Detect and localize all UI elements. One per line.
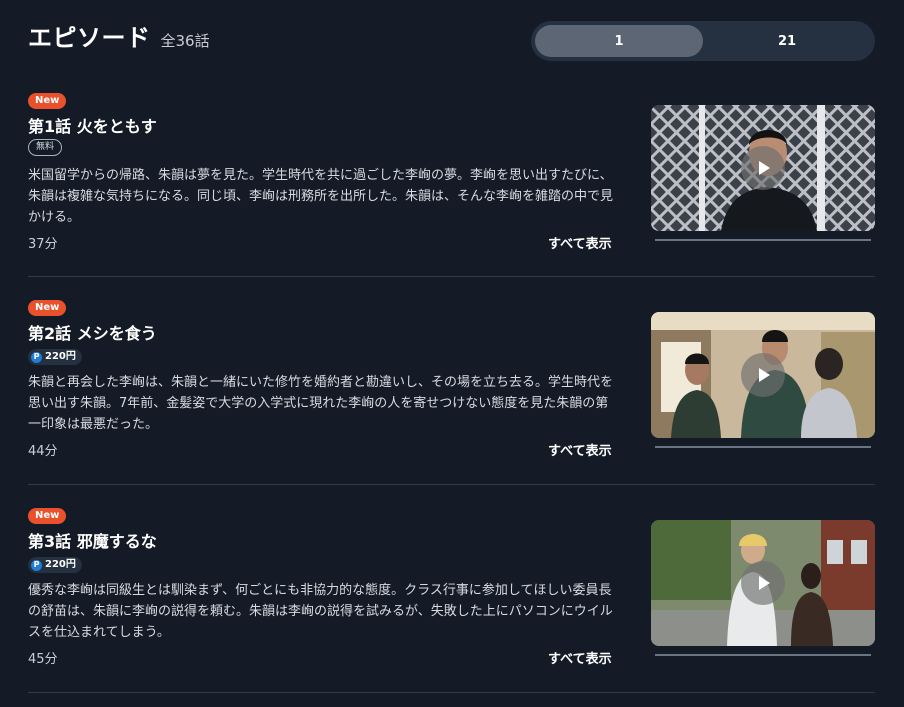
- play-button[interactable]: [741, 561, 785, 605]
- show-all-link[interactable]: すべて表示: [548, 440, 612, 459]
- new-badge: New: [28, 508, 67, 524]
- episodes-header: エピソード 全36話: [28, 18, 210, 53]
- price-tag: P 220円: [28, 349, 82, 365]
- episode-item[interactable]: New 第3話 邪魔するな P 220円 優秀な李峋は同級生とは馴染まず、何ごと…: [28, 508, 875, 668]
- show-all-link[interactable]: すべて表示: [548, 233, 612, 252]
- play-icon: [759, 368, 770, 382]
- play-button[interactable]: [741, 353, 785, 397]
- episode-count: 全36話: [160, 32, 210, 50]
- episode-list-page: エピソード 全36話 1 21 New 第1話 火をともす 無料 米国留学からの…: [0, 0, 904, 707]
- episode-thumbnail[interactable]: [651, 105, 875, 231]
- range-tab-1[interactable]: 1: [535, 25, 703, 57]
- divider: [28, 692, 875, 693]
- episode-range-switcher: 1 21: [531, 21, 875, 61]
- play-icon: [759, 576, 770, 590]
- watch-progress-bar: [655, 446, 871, 448]
- page-title: エピソード: [28, 24, 151, 52]
- watch-progress-bar: [655, 239, 871, 241]
- episode-title[interactable]: 第1話 火をともす: [28, 113, 157, 137]
- price-label: 220円: [45, 559, 76, 570]
- episode-duration: 37分: [28, 237, 58, 252]
- episode-item[interactable]: New 第1話 火をともす 無料 米国留学からの帰路、朱韻は夢を見た。学生時代を…: [28, 93, 875, 253]
- episode-description: 朱韻と再会した李峋は、朱韻と一緒にいた修竹を婚約者と勘違いし、その場を立ち去る。…: [28, 375, 614, 432]
- episode-duration: 45分: [28, 652, 58, 667]
- episode-description: 米国留学からの帰路、朱韻は夢を見た。学生時代を共に過ごした李峋の夢。李峋を思い出…: [28, 168, 614, 225]
- free-tag: 無料: [28, 139, 63, 156]
- episode-description: 優秀な李峋は同級生とは馴染まず、何ごとにも非協力的な態度。クラス行事に参加してほ…: [28, 583, 613, 640]
- price-tag: P 220円: [28, 557, 82, 573]
- episode-item[interactable]: New 第2話 メシを食う P 220円 朱韻と再会した李峋は、朱韻と一緒にいた…: [28, 300, 875, 460]
- episode-duration: 44分: [28, 444, 58, 459]
- point-coin-icon: P: [31, 351, 42, 363]
- divider: [28, 276, 875, 277]
- new-badge: New: [28, 300, 67, 316]
- play-button[interactable]: [741, 146, 785, 190]
- new-badge: New: [28, 93, 67, 109]
- episode-thumbnail[interactable]: [651, 520, 875, 646]
- price-label: 220円: [45, 351, 76, 362]
- range-tab-21[interactable]: 21: [703, 25, 871, 57]
- play-icon: [759, 161, 770, 175]
- divider: [28, 484, 875, 485]
- episode-title[interactable]: 第2話 メシを食う: [28, 320, 157, 344]
- episode-thumbnail[interactable]: [651, 312, 875, 438]
- show-all-link[interactable]: すべて表示: [548, 648, 612, 667]
- point-coin-icon: P: [31, 559, 42, 571]
- watch-progress-bar: [655, 654, 871, 656]
- episode-title[interactable]: 第3話 邪魔するな: [28, 528, 157, 552]
